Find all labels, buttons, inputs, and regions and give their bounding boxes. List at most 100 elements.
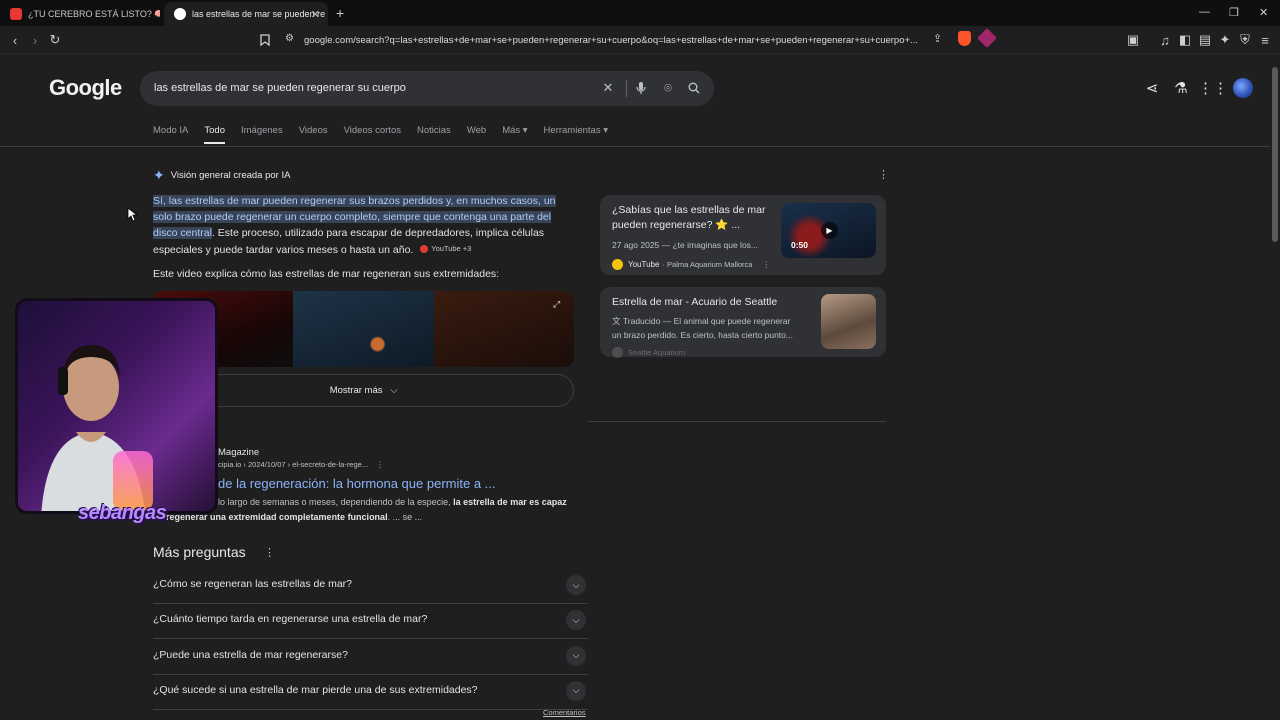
google-logo[interactable]: Google (49, 75, 122, 101)
question-item[interactable]: ¿Puede una estrella de mar regenerarse? ⌵ (153, 640, 588, 675)
result-site-name: Magazine (218, 447, 260, 458)
result-more-icon[interactable]: ⋮ (376, 460, 384, 469)
card-source: YouTube · Palma Aquarium Mallorca ⋮ (612, 259, 770, 270)
expand-icon[interactable]: ⤢ (553, 299, 560, 310)
mouse-cursor-icon (127, 207, 137, 222)
new-tab-button[interactable]: + (336, 5, 344, 21)
chevron-down-icon[interactable]: ⌵ (566, 680, 586, 701)
result-url-text: cipia.io › 2024/10/07 › el-secreto-de-la… (218, 460, 369, 469)
source-name: Seattle Aquarium (628, 348, 686, 357)
search-input[interactable]: las estrellas de mar se pueden regenerar… (140, 71, 714, 106)
source-chip[interactable]: YouTube +3 (420, 241, 471, 257)
question-text: ¿Puede una estrella de mar regenerarse? (153, 648, 348, 661)
sidebar-icon[interactable]: ◧ (1176, 31, 1194, 49)
reload-icon[interactable]: ↻ (46, 31, 64, 49)
menu-icon[interactable]: ≡ (1256, 31, 1274, 49)
question-item[interactable]: ¿Cómo se regeneran las estrellas de mar?… (153, 569, 588, 604)
reader-mode-icon[interactable]: ▣ (1124, 31, 1142, 49)
card-title: Estrella de mar - Acuario de Seattle (612, 296, 778, 308)
youtube-favicon-icon (10, 8, 22, 20)
comments-link[interactable]: Comentarios (543, 708, 586, 717)
nav-divider (0, 146, 1270, 147)
site-info-icon[interactable]: ⚙ (285, 33, 294, 44)
source-name: YouTube (628, 260, 660, 269)
ai-sparkle-icon: ✦ (153, 167, 165, 183)
video-card[interactable]: ¿Sabías que las estrellas de mar pueden … (600, 195, 886, 275)
translate-icon: 文 (612, 316, 621, 326)
web-card[interactable]: Estrella de mar - Acuario de Seattle 文 T… (600, 287, 886, 358)
snippet-text: . ... se ... (387, 512, 423, 522)
lens-icon[interactable]: ⌾ (660, 80, 676, 96)
tab-noticias[interactable]: Noticias (417, 125, 451, 145)
minimize-icon[interactable]: — (1199, 6, 1210, 18)
url-text: google.com/search?q=las+estrellas+de+mar… (304, 34, 918, 46)
tab-strip: ¿TU CEREBRO ESTÁ LISTO? 🧠 100 P las estr… (0, 0, 1280, 26)
rewards-icon[interactable] (977, 28, 997, 48)
share-results-icon[interactable]: ⋖ (1143, 79, 1161, 97)
more-questions-title: Más preguntas (153, 544, 246, 560)
restore-icon[interactable]: ❐ (1229, 6, 1239, 19)
tab-más[interactable]: Más ▾ (502, 125, 527, 145)
answer-rest: . Este proceso, utilizado para escapar d… (153, 227, 545, 256)
wallet-icon[interactable]: ▤ (1196, 31, 1214, 49)
close-tab-icon[interactable]: ✕ (311, 8, 320, 21)
section-divider (588, 421, 886, 422)
tab-web[interactable]: Web (467, 125, 486, 145)
tab-title: ¿TU CEREBRO ESTÁ LISTO? 🧠 100 P (28, 8, 160, 19)
seattle-aquarium-icon (612, 347, 623, 358)
scrollbar-thumb[interactable] (1272, 67, 1278, 242)
webcam-overlay (15, 298, 218, 514)
result-url: cipia.io › 2024/10/07 › el-secreto-de-la… (218, 460, 384, 469)
labs-flask-icon[interactable]: ⚗ (1172, 79, 1190, 97)
search-nav-tabs: Modo IA Todo Imágenes Videos Videos cortos No… (153, 125, 624, 145)
tab-todo[interactable]: Todo (204, 125, 225, 145)
tab-google-search[interactable]: las estrellas de mar se pueden re ✕ (164, 2, 328, 26)
video-thumbnail[interactable]: ▶ 0:50 (781, 203, 876, 258)
chevron-down-icon[interactable]: ⌵ (566, 610, 586, 631)
question-item[interactable]: ¿Qué sucede si una estrella de mar pierd… (153, 675, 588, 710)
card-meta: 27 ago 2025 — ¿te imaginas que los... (612, 240, 759, 250)
bookmark-icon[interactable] (256, 31, 274, 49)
window-close-icon[interactable]: ✕ (1259, 6, 1268, 19)
web-thumbnail[interactable] (821, 294, 876, 349)
result-title-link[interactable]: de la regeneración: la hormona que permi… (218, 476, 496, 491)
card-source: Seattle Aquarium (612, 347, 685, 358)
card-more-icon[interactable]: ⋮ (762, 260, 770, 269)
youtube-channel-icon (612, 259, 623, 270)
tab-videos-cortos[interactable]: Videos cortos (344, 125, 401, 145)
tab-modo-ia[interactable]: Modo IA (153, 125, 188, 145)
brave-shield-icon[interactable] (958, 31, 971, 46)
clear-search-icon[interactable]: ✕ (600, 80, 616, 96)
scrollbar[interactable] (1270, 55, 1280, 720)
search-divider (626, 80, 627, 97)
vpn-icon[interactable]: ⛨ (1236, 31, 1254, 49)
video-frame (293, 291, 434, 367)
question-item[interactable]: ¿Cuánto tiempo tarda en regenerarse una … (153, 604, 588, 640)
question-text: ¿Qué sucede si una estrella de mar pierd… (153, 683, 478, 696)
tab-herramientas[interactable]: Herramientas ▾ (544, 125, 608, 145)
search-query: las estrellas de mar se pueden regenerar… (154, 82, 406, 94)
back-icon[interactable]: ‹ (6, 31, 24, 49)
chevron-down-icon[interactable]: ⌵ (566, 575, 586, 595)
tab-imágenes[interactable]: Imágenes (241, 125, 283, 145)
search-icon[interactable] (686, 80, 702, 96)
microphone-icon[interactable] (633, 80, 649, 96)
google-apps-icon[interactable]: ⋮⋮ (1198, 79, 1228, 97)
tab-youtube[interactable]: ¿TU CEREBRO ESTÁ LISTO? 🧠 100 P (0, 2, 160, 26)
streamer-name-logo: sebangas (78, 502, 167, 524)
play-icon: ▶ (821, 222, 838, 239)
ai-overview-more-icon[interactable]: ⋮ (878, 168, 889, 181)
ai-overview-text: Sí, las estrellas de mar pueden regenera… (153, 193, 573, 258)
chevron-down-icon[interactable]: ⌵ (566, 645, 586, 666)
paa-more-icon[interactable]: ⋮ (264, 546, 275, 559)
forward-icon[interactable]: › (26, 31, 44, 49)
address-bar[interactable]: ⚙ google.com/search?q=las+estrellas+de+m… (278, 28, 1000, 51)
tab-videos[interactable]: Videos (299, 125, 328, 145)
leo-ai-icon[interactable]: ✦ (1216, 31, 1234, 49)
media-icon[interactable]: ♫ (1156, 31, 1174, 49)
question-text: ¿Cuánto tiempo tarda en regenerarse una … (153, 613, 428, 626)
share-icon[interactable]: ⇪ (933, 32, 942, 45)
avatar[interactable] (1233, 78, 1253, 98)
youtube-source-icon (420, 245, 429, 253)
source-sub: · Palma Aquarium Mallorca (662, 260, 753, 269)
